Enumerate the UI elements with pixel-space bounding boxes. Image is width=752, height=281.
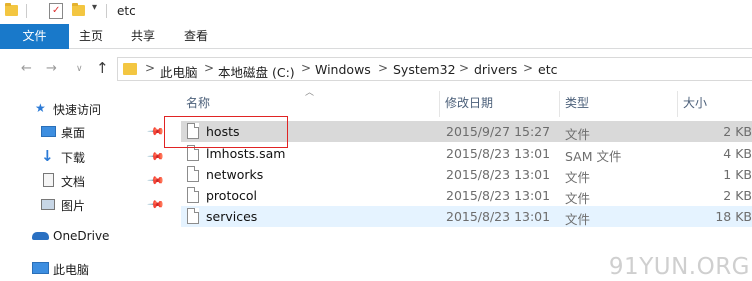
tab-share[interactable]: 共享 bbox=[131, 24, 155, 49]
file-date: 2015/8/23 13:01 bbox=[446, 209, 551, 224]
nav-item-downloads[interactable]: ↓ 下载 📌 bbox=[0, 146, 172, 168]
file-row[interactable]: networks 2015/8/23 13:01 文件 1 KB bbox=[181, 164, 752, 185]
pin-icon[interactable]: 📌 bbox=[146, 122, 165, 141]
column-header-size[interactable]: 大小 bbox=[678, 94, 752, 118]
file-type: SAM 文件 bbox=[565, 149, 622, 164]
nav-item-label: 文档 bbox=[61, 175, 86, 189]
nav-quick-access[interactable]: ★ 快速访问 bbox=[0, 98, 172, 120]
file-date: 2015/8/23 13:01 bbox=[446, 146, 551, 161]
nav-item-documents[interactable]: 文档 📌 bbox=[0, 170, 172, 192]
quick-access-separator bbox=[26, 4, 27, 18]
desktop-icon bbox=[41, 126, 56, 137]
watermark: 91YUN.ORG bbox=[608, 254, 750, 280]
breadcrumb-separator: > bbox=[523, 61, 534, 75]
file-type: 文件 bbox=[565, 212, 591, 227]
file-date: 2015/9/27 15:27 bbox=[446, 124, 551, 139]
file-name: lmhosts.sam bbox=[206, 146, 286, 161]
breadcrumb-separator: > bbox=[378, 61, 389, 75]
breadcrumb-separator: > bbox=[204, 61, 215, 75]
pictures-icon bbox=[41, 199, 55, 210]
breadcrumb-separator: > bbox=[301, 61, 312, 75]
computer-icon bbox=[32, 262, 49, 274]
column-header-type[interactable]: 类型 bbox=[560, 94, 677, 118]
navigation-pane: ★ 快速访问 桌面 📌 ↓ 下载 📌 文档 📌 图片 📌 OneDrive 此电… bbox=[0, 91, 172, 281]
documents-icon bbox=[43, 173, 54, 187]
column-header-date[interactable]: 修改日期 bbox=[440, 94, 559, 118]
breadcrumb-separator: > bbox=[145, 61, 156, 75]
highlight-annotation-box bbox=[164, 116, 288, 148]
nav-onedrive-label: OneDrive bbox=[53, 229, 110, 243]
file-icon bbox=[187, 187, 199, 203]
file-icon bbox=[187, 208, 199, 224]
tab-home[interactable]: 主页 bbox=[79, 24, 103, 49]
file-name: protocol bbox=[206, 188, 257, 203]
breadcrumb-separator: > bbox=[459, 61, 470, 75]
title-separator bbox=[106, 4, 107, 18]
nav-item-label: 图片 bbox=[61, 199, 86, 213]
file-icon bbox=[187, 166, 199, 182]
title-bar: ✓ ▾ etc bbox=[0, 0, 752, 24]
file-row[interactable]: protocol 2015/8/23 13:01 文件 2 KB bbox=[181, 185, 752, 206]
column-header-name[interactable]: 名称 bbox=[181, 94, 439, 118]
star-icon: ★ bbox=[35, 101, 46, 115]
breadcrumb-local-disk[interactable]: 本地磁盘 (C:) bbox=[218, 62, 295, 81]
file-size: 4 KB bbox=[723, 146, 752, 161]
nav-item-onedrive[interactable]: OneDrive bbox=[0, 226, 172, 248]
recent-locations-icon[interactable]: ∨ bbox=[76, 64, 83, 74]
nav-item-desktop[interactable]: 桌面 📌 bbox=[0, 121, 172, 143]
file-size: 18 KB bbox=[715, 209, 752, 224]
file-size: 2 KB bbox=[723, 188, 752, 203]
file-date: 2015/8/23 13:01 bbox=[446, 167, 551, 182]
file-size: 1 KB bbox=[723, 167, 752, 182]
new-folder-icon[interactable] bbox=[72, 3, 85, 16]
file-row[interactable]: services 2015/8/23 13:01 文件 18 KB bbox=[181, 206, 752, 227]
file-size: 2 KB bbox=[723, 124, 752, 139]
nav-item-label: 桌面 bbox=[61, 126, 86, 140]
breadcrumb-windows[interactable]: Windows bbox=[315, 62, 371, 77]
file-name: services bbox=[206, 209, 258, 224]
cloud-icon bbox=[32, 232, 49, 240]
pin-icon[interactable]: 📌 bbox=[146, 195, 165, 214]
breadcrumb-this-pc[interactable]: 此电脑 bbox=[160, 62, 198, 81]
address-bar[interactable]: > 此电脑 > 本地磁盘 (C:) > Windows > System32 >… bbox=[117, 57, 752, 81]
nav-item-this-pc[interactable]: 此电脑 bbox=[0, 258, 172, 280]
tab-view[interactable]: 查看 bbox=[184, 24, 208, 49]
nav-this-pc-label: 此电脑 bbox=[53, 263, 90, 277]
address-folder-icon bbox=[123, 63, 137, 75]
download-icon: ↓ bbox=[41, 147, 54, 165]
pin-icon[interactable]: 📌 bbox=[146, 147, 165, 166]
file-date: 2015/8/23 13:01 bbox=[446, 188, 551, 203]
nav-quick-access-label: 快速访问 bbox=[53, 103, 102, 117]
file-type: 文件 bbox=[565, 191, 591, 206]
breadcrumb-etc[interactable]: etc bbox=[538, 62, 557, 77]
back-arrow-icon[interactable]: ← bbox=[21, 61, 32, 76]
window-title: etc bbox=[117, 4, 136, 18]
folder-icon bbox=[5, 3, 18, 16]
nav-item-label: 下载 bbox=[61, 151, 86, 165]
address-row: ← → ∨ ↑ > 此电脑 > 本地磁盘 (C:) > Windows > Sy… bbox=[0, 49, 752, 91]
properties-icon[interactable]: ✓ bbox=[49, 3, 63, 19]
file-type: 文件 bbox=[565, 170, 591, 185]
ribbon-tabs: 文件 主页 共享 查看 bbox=[0, 24, 752, 49]
breadcrumb-system32[interactable]: System32 bbox=[393, 62, 456, 77]
file-name: networks bbox=[206, 167, 264, 182]
forward-arrow-icon[interactable]: → bbox=[46, 61, 57, 76]
pin-icon[interactable]: 📌 bbox=[146, 171, 165, 190]
customize-toolbar-icon[interactable]: ▾ bbox=[92, 2, 97, 13]
up-arrow-icon[interactable]: ↑ bbox=[96, 59, 109, 77]
tab-file[interactable]: 文件 bbox=[0, 24, 69, 49]
breadcrumb-drivers[interactable]: drivers bbox=[474, 62, 517, 77]
file-type: 文件 bbox=[565, 127, 591, 142]
nav-item-pictures[interactable]: 图片 📌 bbox=[0, 194, 172, 216]
